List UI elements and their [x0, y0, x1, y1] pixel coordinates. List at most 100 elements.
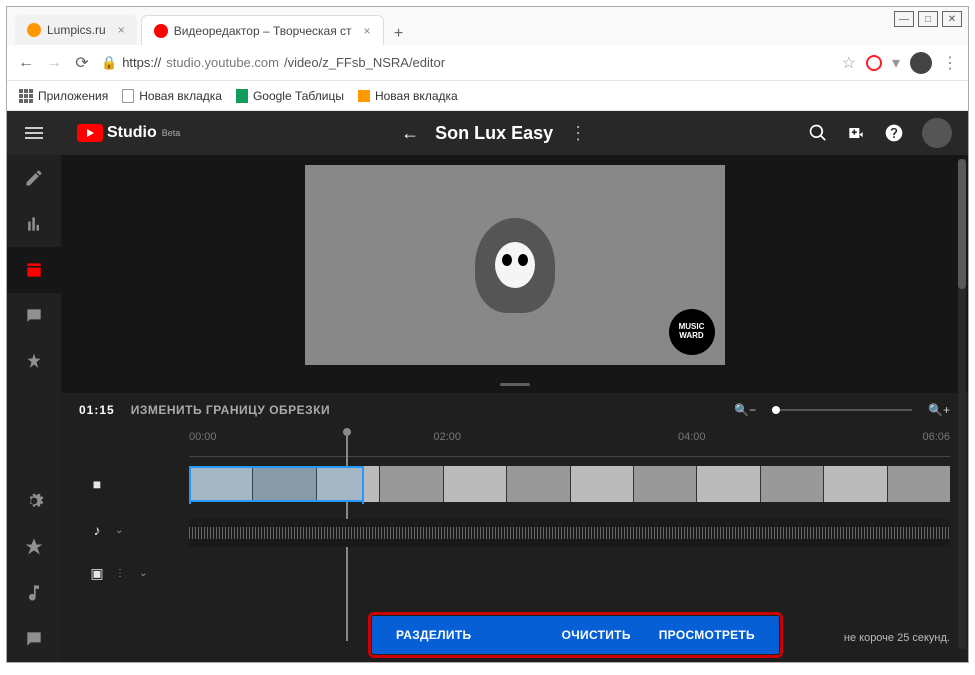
- ruler-tick: 00:00: [189, 431, 433, 456]
- vertical-scrollbar[interactable]: [958, 159, 966, 649]
- lock-icon: 🔒: [101, 55, 117, 71]
- browser-window: — □ ✕ Lumpics.ru × Видеоредактор – Творч…: [6, 6, 969, 663]
- search-icon[interactable]: [808, 123, 828, 143]
- ruler-tick: 02:00: [433, 431, 677, 456]
- time-ruler[interactable]: 00:00 02:00 04:00 06:06: [189, 431, 950, 457]
- url-protocol: https://: [122, 55, 161, 70]
- hint-text: не короче 25 секунд.: [844, 632, 950, 644]
- top-bar: StudioBeta ← Son Lux Easy ⋮: [61, 111, 968, 155]
- trim-handle-left[interactable]: [189, 468, 191, 504]
- comments-icon[interactable]: [7, 293, 61, 339]
- header-actions: [808, 118, 952, 148]
- panel-resize-handle[interactable]: [61, 375, 968, 393]
- split-button[interactable]: РАЗДЕЛИТЬ: [382, 628, 485, 642]
- beta-label: Beta: [162, 128, 181, 138]
- analytics-icon[interactable]: [7, 201, 61, 247]
- create-icon[interactable]: [846, 123, 866, 143]
- main-area: StudioBeta ← Son Lux Easy ⋮: [61, 111, 968, 662]
- video-title-area: ← Son Lux Easy ⋮: [401, 123, 587, 144]
- bookmark-label: Новая вкладка: [375, 89, 458, 103]
- forward-button[interactable]: →: [45, 54, 63, 72]
- video-frame: MUSIC WARD: [305, 165, 725, 365]
- favicon-icon: [27, 23, 41, 37]
- trim-boundary-button[interactable]: ИЗМЕНИТЬ ГРАНИЦУ ОБРЕЗКИ: [131, 403, 330, 417]
- bookmark-item[interactable]: Новая вкладка: [122, 89, 222, 103]
- left-sidebar: [7, 111, 61, 662]
- feedback-icon[interactable]: [7, 616, 61, 662]
- new-tab-button[interactable]: +: [388, 23, 410, 45]
- youtube-icon: [77, 124, 103, 142]
- close-tab-icon[interactable]: ×: [364, 24, 371, 38]
- page-icon: [358, 90, 370, 102]
- back-arrow-icon[interactable]: ←: [401, 123, 419, 144]
- video-clip-strip[interactable]: [189, 466, 950, 502]
- zoom-in-icon[interactable]: 🔍+: [928, 403, 950, 417]
- apps-label: Приложения: [38, 89, 108, 103]
- browser-menu-icon[interactable]: ⋮: [942, 53, 958, 73]
- opera-extension-icon[interactable]: [866, 55, 882, 71]
- timeline-panel: 01:15 ИЗМЕНИТЬ ГРАНИЦУ ОБРЕЗКИ 🔍− 🔍+ 00:…: [61, 393, 968, 662]
- tab-videoeditor[interactable]: Видеоредактор – Творческая ст ×: [141, 15, 384, 45]
- toolbar-right: ☆ ▾ ⋮: [842, 52, 958, 74]
- profile-avatar[interactable]: [910, 52, 932, 74]
- track-options-icon[interactable]: ⋮: [115, 568, 139, 579]
- menu-button[interactable]: [7, 111, 61, 155]
- timeline-header: 01:15 ИЗМЕНИТЬ ГРАНИЦУ ОБРЕЗКИ 🔍− 🔍+: [79, 403, 950, 417]
- address-bar-row: ← → ⟳ 🔒 https://studio.youtube.com/video…: [7, 45, 968, 81]
- endscreen-track-icon: ▣: [79, 565, 115, 582]
- tab-title: Видеоредактор – Творческая ст: [174, 24, 352, 38]
- editor-icon[interactable]: [7, 247, 61, 293]
- clear-button[interactable]: ОЧИСТИТЬ: [548, 628, 645, 642]
- app-content: StudioBeta ← Son Lux Easy ⋮: [7, 111, 968, 662]
- more-options-icon[interactable]: ⋮: [569, 123, 587, 144]
- ruler-tick: 06:06: [922, 431, 950, 456]
- close-tab-icon[interactable]: ×: [118, 23, 125, 37]
- zoom-slider[interactable]: [772, 409, 912, 411]
- bookmark-star-icon[interactable]: ☆: [842, 53, 856, 73]
- favicon-icon: [154, 24, 168, 38]
- sheets-icon: [236, 89, 248, 103]
- user-avatar[interactable]: [922, 118, 952, 148]
- preview-button[interactable]: ПРОСМОТРЕТЬ: [645, 628, 769, 642]
- edit-icon[interactable]: [7, 155, 61, 201]
- trim-selection[interactable]: [189, 466, 364, 502]
- audio-track: ♪ ⌄: [79, 511, 950, 549]
- tab-lumpics[interactable]: Lumpics.ru ×: [15, 15, 137, 45]
- zoom-out-icon[interactable]: 🔍−: [734, 403, 756, 417]
- tab-strip: Lumpics.ru × Видеоредактор – Творческая …: [7, 7, 968, 45]
- close-window-button[interactable]: ✕: [942, 11, 962, 27]
- video-player[interactable]: MUSIC WARD: [61, 155, 968, 375]
- pocket-icon[interactable]: ▾: [892, 53, 900, 73]
- tab-title: Lumpics.ru: [47, 23, 106, 37]
- zoom-controls: 🔍− 🔍+: [734, 403, 950, 417]
- audio-track-icon: ♪: [79, 522, 115, 538]
- channel-watermark: MUSIC WARD: [669, 309, 715, 355]
- youtube-studio-logo[interactable]: StudioBeta: [77, 124, 180, 142]
- video-content-figure: [475, 218, 555, 313]
- bookmark-label: Google Таблицы: [253, 89, 344, 103]
- video-track-icon: ■: [79, 476, 115, 492]
- video-track: ■: [79, 465, 950, 503]
- trim-action-bar: РАЗДЕЛИТЬ ОЧИСТИТЬ ПРОСМОТРЕТЬ: [372, 616, 779, 654]
- settings-icon[interactable]: [7, 478, 61, 524]
- reload-button[interactable]: ⟳: [73, 54, 91, 72]
- audio-library-icon[interactable]: [7, 570, 61, 616]
- translations-icon[interactable]: [7, 339, 61, 385]
- bookmark-item[interactable]: Google Таблицы: [236, 89, 344, 103]
- ruler-tick: 04:00: [678, 431, 922, 456]
- minimize-button[interactable]: —: [894, 11, 914, 27]
- url-path: /video/z_FFsb_NSRA/editor: [284, 55, 445, 70]
- help-icon[interactable]: [884, 123, 904, 143]
- apps-button[interactable]: Приложения: [19, 89, 108, 103]
- trim-handle-right[interactable]: [362, 468, 364, 504]
- address-bar[interactable]: 🔒 https://studio.youtube.com/video/z_FFs…: [101, 55, 832, 71]
- video-title: Son Lux Easy: [435, 123, 553, 144]
- track-expand-icon[interactable]: ⌄: [115, 525, 139, 536]
- bookmark-item[interactable]: Новая вкладка: [358, 89, 458, 103]
- track-expand-icon[interactable]: ⌄: [139, 568, 163, 579]
- back-button[interactable]: ←: [17, 54, 35, 72]
- whatsnew-icon[interactable]: [7, 524, 61, 570]
- maximize-button[interactable]: □: [918, 11, 938, 27]
- bookmark-label: Новая вкладка: [139, 89, 222, 103]
- audio-waveform[interactable]: [189, 519, 950, 547]
